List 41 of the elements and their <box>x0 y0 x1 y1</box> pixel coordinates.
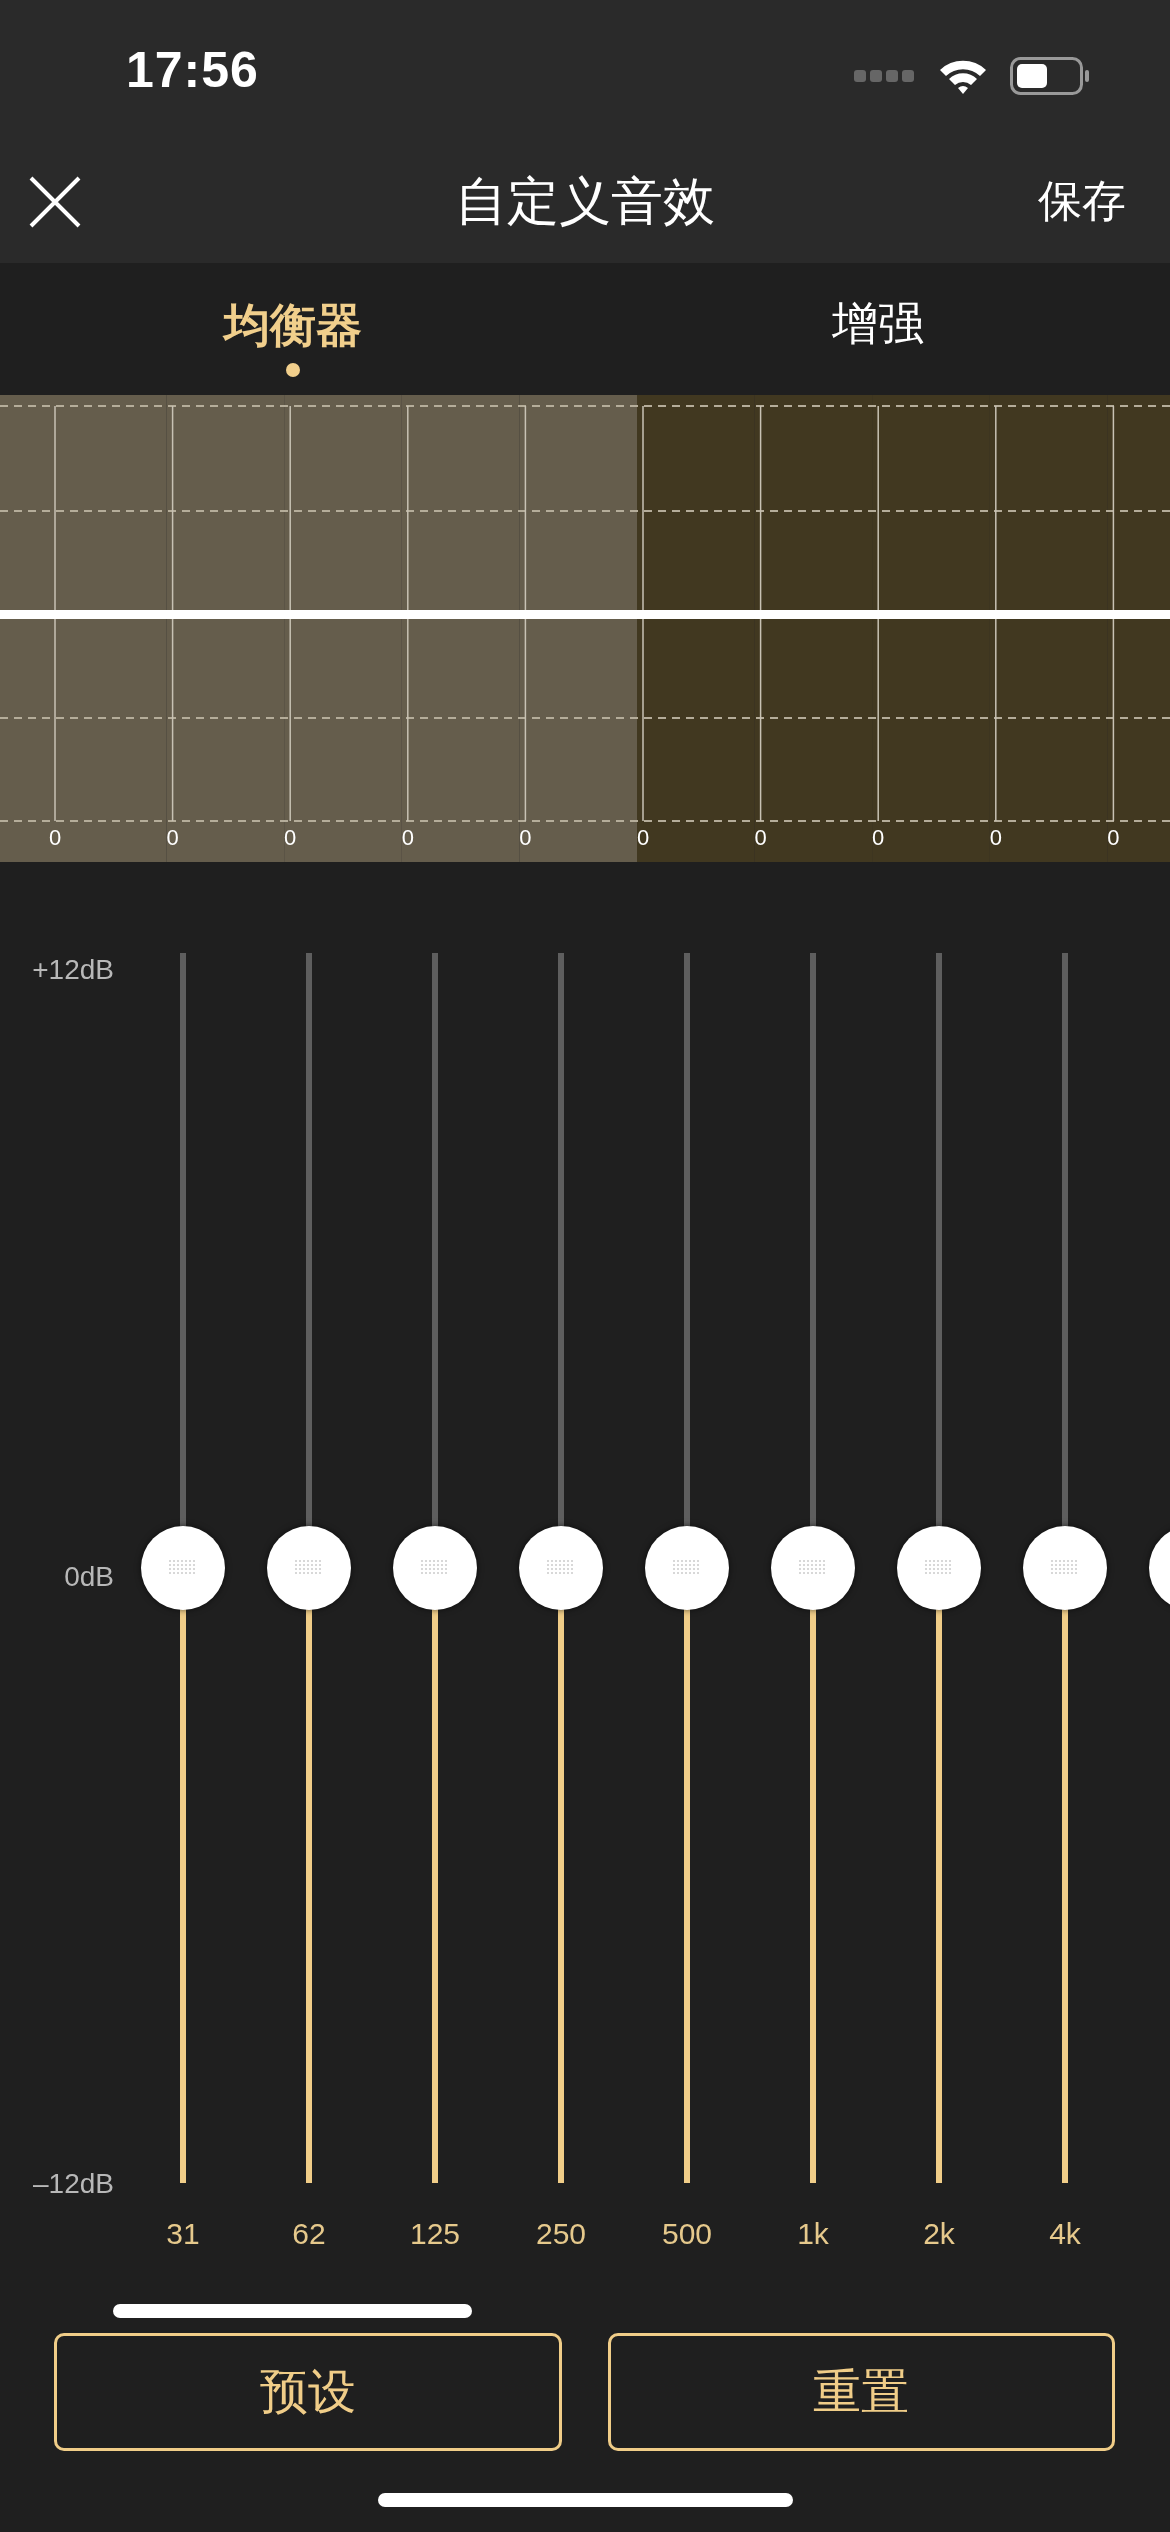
band-value: 0 <box>872 825 885 850</box>
band-value: 0 <box>284 825 297 850</box>
frequency-label: 4k <box>1049 2217 1081 2251</box>
band-value: 0 <box>48 825 62 850</box>
eq-slider[interactable] <box>519 953 603 2183</box>
eq-slider[interactable] <box>393 953 477 2183</box>
band-value: 0 <box>636 825 650 850</box>
band-value: 0 <box>1107 825 1120 850</box>
eq-slider[interactable] <box>771 953 855 2183</box>
eq-slider[interactable] <box>267 953 351 2183</box>
eq-slider[interactable] <box>645 953 729 2183</box>
action-button[interactable]: 重置 <box>607 2333 1115 2451</box>
scale-label: 0dB <box>64 1560 114 1594</box>
tab[interactable]: 增强 <box>585 263 1170 395</box>
eq-slider[interactable] <box>141 953 225 2183</box>
frequency-label: 2k <box>923 2217 955 2251</box>
frequency-label: 62 <box>292 2217 326 2251</box>
scale-label: +12dB <box>32 953 114 987</box>
close-icon <box>28 174 82 229</box>
signal-icon <box>854 69 916 83</box>
frequency-label: 31 <box>166 2217 200 2251</box>
save-button[interactable]: 保存 <box>1038 172 1126 231</box>
frequency-label: 1k <box>797 2217 829 2251</box>
frequency-label: 500 <box>661 2217 713 2251</box>
frequency-label: 250 <box>535 2217 587 2251</box>
battery-icon <box>1010 57 1090 95</box>
close-button[interactable] <box>28 174 82 229</box>
band-value: 0 <box>519 825 532 850</box>
eq-slider[interactable] <box>897 953 981 2183</box>
page-title: 自定义音效 <box>454 170 716 232</box>
scale-label: –12dB <box>33 2167 114 2201</box>
band-value: 0 <box>401 825 414 850</box>
status-time: 17:56 <box>126 41 259 99</box>
selected-dot <box>285 363 300 377</box>
band-value: 0 <box>166 825 179 850</box>
band-value: 0 <box>989 825 1002 850</box>
eq-slider[interactable] <box>1023 953 1107 2183</box>
action-button[interactable]: 预设 <box>54 2333 562 2451</box>
band-value: 0 <box>754 825 767 850</box>
frequency-label: 125 <box>409 2217 461 2251</box>
tab[interactable]: 均衡器 <box>0 263 585 395</box>
